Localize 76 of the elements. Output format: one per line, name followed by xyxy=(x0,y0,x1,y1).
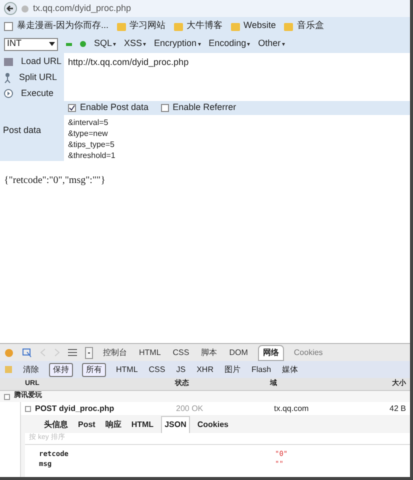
panel-tab[interactable]: 脚本 xyxy=(199,346,220,358)
filter-button[interactable]: Flash xyxy=(250,364,272,376)
menu-label[interactable]: SQL xyxy=(94,37,112,51)
split-icon xyxy=(4,72,11,82)
plus-icon[interactable] xyxy=(80,41,86,47)
filter-button[interactable]: 所有 xyxy=(82,362,106,376)
request-url[interactable]: POST dyid_proc.php xyxy=(35,402,114,414)
panel-tab[interactable]: CSS xyxy=(170,346,192,358)
filter-button[interactable]: 图片 xyxy=(223,364,242,376)
panel-tab[interactable]: 网络 xyxy=(258,344,284,360)
post-data-label: Post data xyxy=(3,125,42,135)
bookmark[interactable]: Website xyxy=(244,19,276,33)
menu-label[interactable]: XSS xyxy=(124,37,142,51)
menu-label[interactable]: Other xyxy=(258,37,281,51)
select-value: INT xyxy=(7,37,22,50)
filter-button[interactable]: JS xyxy=(175,364,187,376)
folder-icon xyxy=(230,22,240,30)
panel-tab[interactable]: DOM xyxy=(227,346,250,358)
checkbox-label: Enable Post data xyxy=(80,101,149,114)
post-data-field[interactable]: &interval=5 &type=new &tips_type=5 &threshold=1 xyxy=(64,115,410,161)
inspect-icon[interactable] xyxy=(22,348,32,358)
dropdown-arrow-icon xyxy=(143,42,146,46)
checkbox[interactable] xyxy=(160,104,169,112)
detail-tab[interactable]: 头信息 xyxy=(41,419,71,433)
detail-tab[interactable]: HTML xyxy=(128,419,157,433)
caret-icon[interactable] xyxy=(85,346,93,358)
menu-label[interactable]: Encryption xyxy=(154,37,197,51)
filter-button[interactable]: 媒体 xyxy=(281,364,300,376)
filter-button[interactable]: HTML xyxy=(115,364,139,376)
post-line: &type=new xyxy=(68,129,108,138)
bookmark[interactable]: 音乐盒 xyxy=(296,19,324,33)
filter-button[interactable]: CSS xyxy=(148,364,166,376)
action-button[interactable]: Split URL xyxy=(19,70,58,84)
request-size: 42 B xyxy=(390,404,406,412)
panel-tab[interactable]: HTML xyxy=(137,346,163,358)
type-select[interactable]: INT xyxy=(4,38,58,50)
bookmark[interactable]: 暴走漫画-因为你而存... xyxy=(17,19,108,33)
panel-tab[interactable]: Cookies xyxy=(292,346,325,358)
post-line: &tips_type=5 xyxy=(68,140,114,149)
response-text: {"retcode":"0","msg":""} xyxy=(4,175,106,186)
detail-tab[interactable]: Post xyxy=(75,419,98,433)
detail-tab[interactable]: 响应 xyxy=(102,419,124,433)
url-field[interactable]: http://tx.qq.com/dyid_proc.php xyxy=(64,53,410,101)
page-icon xyxy=(4,22,13,30)
collapse-toggle[interactable] xyxy=(4,394,10,400)
checkbox-label: Enable Referrer xyxy=(172,101,236,114)
folder-icon xyxy=(284,22,293,30)
filter-button[interactable]: XHR xyxy=(196,364,214,376)
bookmark[interactable]: 大牛博客 xyxy=(186,19,222,33)
back-icon[interactable] xyxy=(4,2,17,15)
dropdown-arrow-icon xyxy=(49,42,55,46)
folder-icon xyxy=(116,22,126,30)
dropdown-arrow-icon xyxy=(198,42,201,46)
filter-button[interactable]: 保持 xyxy=(49,362,73,376)
dropdown-arrow-icon xyxy=(247,42,250,46)
detail-tab[interactable]: Cookies xyxy=(194,419,232,433)
request-status: 200 OK xyxy=(176,404,204,412)
dropdown-arrow-icon xyxy=(113,42,116,46)
folder-icon xyxy=(174,22,182,30)
menu-icon[interactable] xyxy=(68,349,77,356)
action-button[interactable]: Load URL xyxy=(21,54,62,68)
post-line: &threshold=1 xyxy=(68,151,116,160)
collapse-toggle[interactable] xyxy=(25,406,31,412)
play-icon xyxy=(4,89,13,98)
detail-tab[interactable]: JSON xyxy=(160,416,190,433)
address-text[interactable]: tx.qq.com/dyid_proc.php xyxy=(33,2,132,16)
dropdown-arrow-icon xyxy=(282,42,285,46)
filter-button[interactable]: 清除 xyxy=(22,364,40,376)
request-domain: tx.qq.com xyxy=(274,404,309,412)
post-line: &interval=5 xyxy=(68,118,108,127)
minus-icon[interactable] xyxy=(66,42,72,46)
bookmark[interactable]: 学习网站 xyxy=(130,19,166,33)
action-button[interactable]: Execute xyxy=(21,86,54,100)
checkbox[interactable] xyxy=(68,104,76,112)
panel-tab[interactable]: 控制台 xyxy=(101,346,129,358)
menu-label[interactable]: Encoding xyxy=(208,37,246,51)
